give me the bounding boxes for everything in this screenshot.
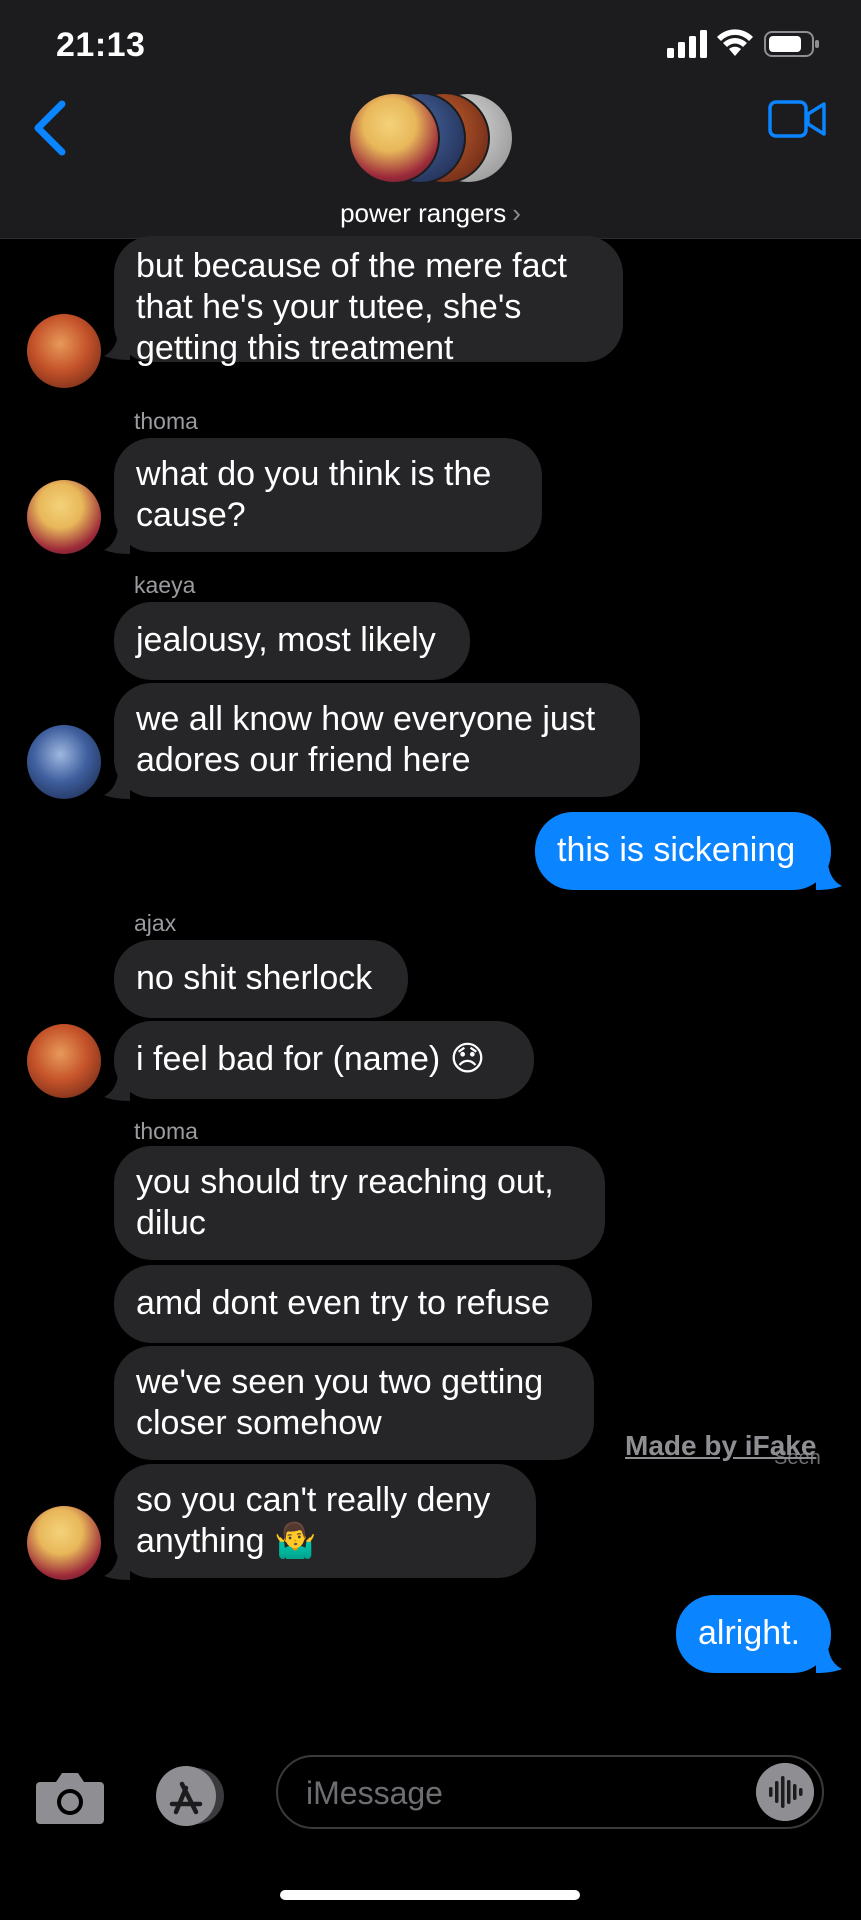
message-bubble[interactable]: so you can't really deny anything 🤷‍♂️ — [114, 1464, 536, 1578]
home-indicator[interactable] — [280, 1890, 580, 1900]
conversation-header: 21:13 power rangers › — [0, 0, 861, 239]
composer-bar: iMessage — [0, 1740, 861, 1920]
message-input-placeholder: iMessage — [306, 1775, 443, 1811]
sender-name: kaeya — [134, 572, 196, 598]
camera-icon[interactable] — [34, 1768, 106, 1826]
group-name-label: power rangers — [340, 198, 507, 228]
message-bubble[interactable]: what do you think is the cause? — [114, 438, 542, 552]
avatar-kaeya[interactable] — [27, 725, 101, 799]
bubble-tail-icon — [104, 528, 130, 554]
app-store-icon[interactable] — [150, 1764, 230, 1828]
status-time: 21:13 — [56, 26, 146, 64]
message-bubble[interactable]: jealousy, most likely — [114, 602, 470, 680]
bubble-tail-icon — [816, 1647, 842, 1673]
group-avatar-1 — [348, 92, 440, 184]
message-bubble[interactable]: amd dont even try to refuse — [114, 1265, 592, 1343]
message-input[interactable]: iMessage — [276, 1755, 824, 1829]
battery-icon — [764, 31, 819, 57]
sender-name: ajax — [134, 910, 177, 936]
message-bubble-sent[interactable]: this is sickening — [535, 812, 831, 890]
avatar-ajax[interactable] — [27, 314, 101, 388]
message-bubble[interactable]: we all know how everyone just adores our… — [114, 683, 640, 797]
audio-waveform-icon[interactable] — [756, 1763, 814, 1821]
message-bubble[interactable]: but because of the mere fact that he's y… — [114, 236, 623, 367]
avatar-ajax[interactable] — [27, 1024, 101, 1098]
back-chevron-icon[interactable] — [30, 100, 70, 156]
wifi-icon — [717, 29, 753, 56]
group-avatars[interactable] — [348, 92, 518, 184]
avatar-thoma[interactable] — [27, 1506, 101, 1580]
video-call-icon[interactable] — [768, 98, 826, 140]
bubble-tail-icon — [816, 864, 842, 890]
message-bubble[interactable]: you should try reaching out, diluc — [114, 1146, 605, 1260]
group-name[interactable]: power rangers › — [0, 198, 861, 229]
watermark: Made by iFake — [625, 1430, 817, 1461]
message-thread[interactable]: but because of the mere fact that he's y… — [0, 236, 861, 1718]
chevron-right-icon: › — [512, 198, 521, 228]
avatar-thoma[interactable] — [27, 480, 101, 554]
message-bubble[interactable]: we've seen you two getting closer someho… — [114, 1346, 594, 1460]
message-bubble-sent[interactable]: alright. — [676, 1595, 831, 1673]
sender-name: thoma — [134, 408, 198, 434]
message-bubble[interactable]: i feel bad for (name) 😞 — [114, 1021, 534, 1099]
message-bubble[interactable]: no shit sherlock — [114, 940, 408, 1018]
bubble-tail-icon — [104, 773, 130, 799]
bubble-tail-icon — [104, 1554, 130, 1580]
cellular-signal-icon — [667, 30, 707, 58]
bubble-tail-icon — [104, 334, 130, 360]
bubble-tail-icon — [104, 1075, 130, 1101]
sender-name: thoma — [134, 1118, 198, 1144]
